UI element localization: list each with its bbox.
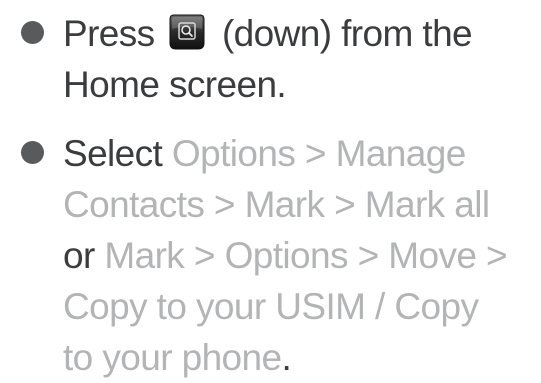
menu-path: Mark > Options > Move >: [104, 235, 508, 276]
text-segment: .: [281, 337, 292, 378]
text-segment: Select: [63, 133, 172, 174]
menu-path: Contacts > Mark > Mark all: [63, 184, 490, 225]
step-text: Press (down) from the Home screen.: [63, 8, 533, 110]
text-segment: or: [63, 235, 105, 276]
menu-path: to your phone: [63, 337, 282, 378]
menu-path: Options > Manage: [171, 133, 466, 174]
step-line: Select Options > Manage: [63, 128, 533, 179]
text-segment: (down) from the: [212, 13, 473, 54]
step-line: Press (down) from the: [63, 8, 533, 59]
step-line: Home screen.: [63, 64, 287, 105]
step-text: Select Options > Manage Contacts > Mark …: [63, 128, 533, 383]
step-line: Copy to your USIM / Copy: [63, 281, 533, 332]
menu-path: Copy to your USIM / Copy: [63, 286, 479, 327]
step-line: to your phone.: [63, 332, 533, 383]
instruction-list: Press (down) from the Home screen. Selec…: [0, 0, 541, 378]
step-line: or Mark > Options > Move >: [63, 230, 533, 281]
text-segment: Press: [63, 13, 165, 54]
step-line: Contacts > Mark > Mark all: [63, 179, 533, 230]
bullet-icon: [21, 141, 44, 164]
search-key-icon: [169, 14, 205, 50]
bullet-icon: [21, 21, 44, 44]
